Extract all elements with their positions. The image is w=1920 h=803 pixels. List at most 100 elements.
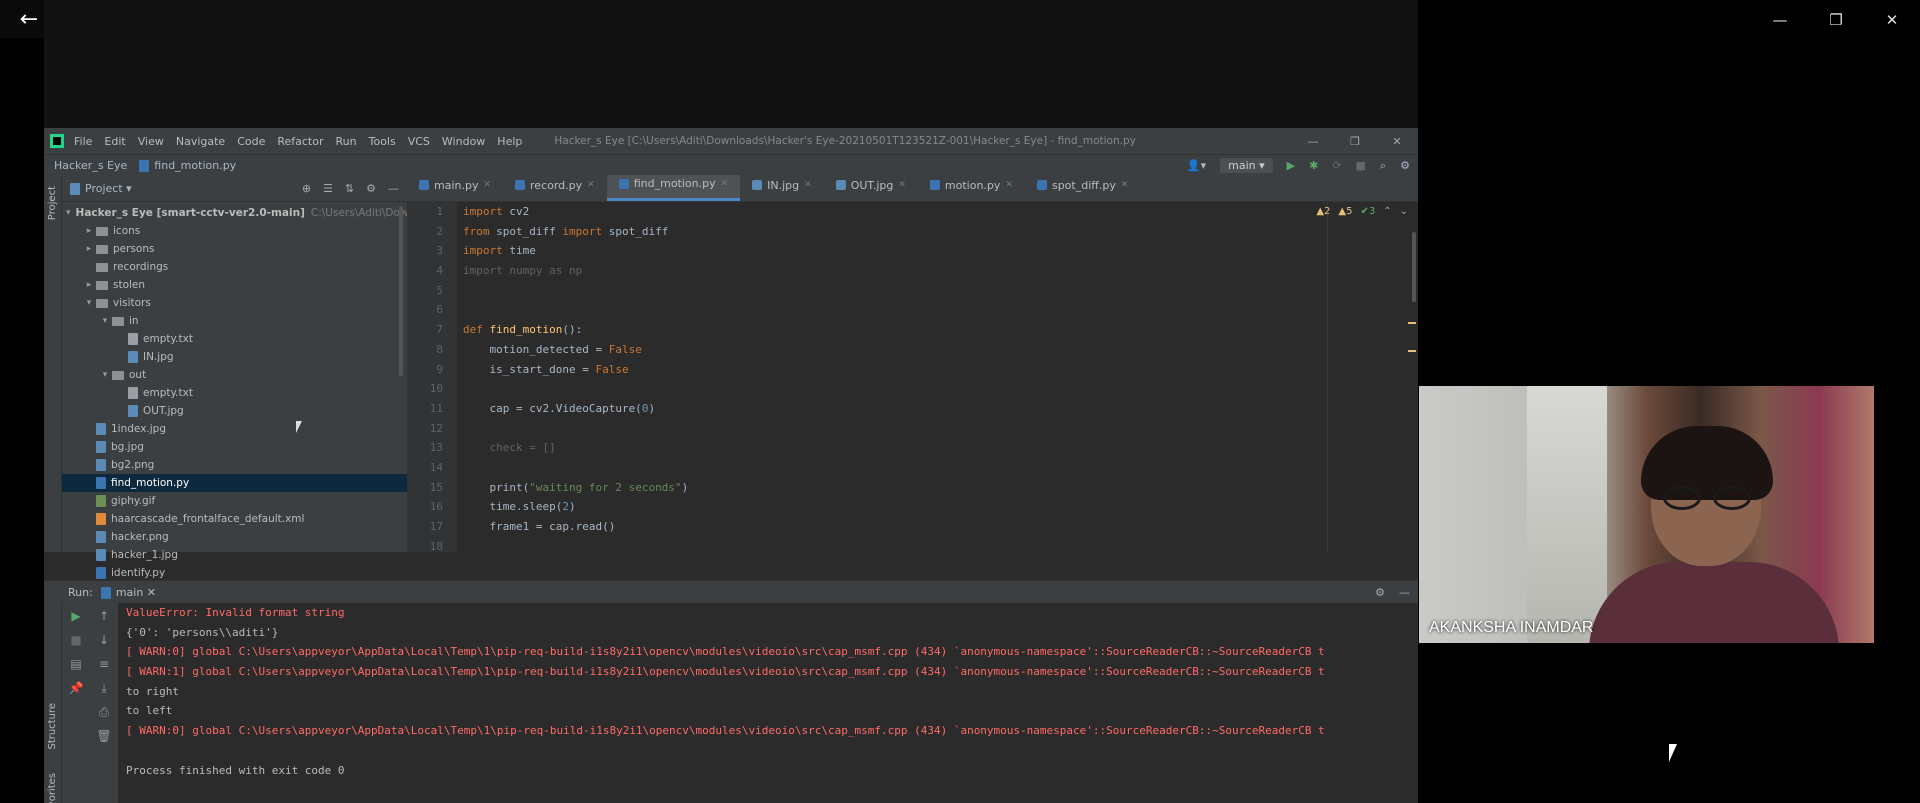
code-line[interactable]: motion_detected = False <box>463 340 1418 360</box>
menu-view[interactable]: View <box>138 135 164 148</box>
ide-minimize-button[interactable]: — <box>1292 135 1334 148</box>
chevron-icon[interactable]: ▾ <box>98 316 112 326</box>
code-line[interactable] <box>463 419 1418 439</box>
code-line[interactable]: frame1 = cap.read() <box>463 517 1418 537</box>
tree-folder[interactable]: ▾ out <box>62 366 407 384</box>
ide-restore-button[interactable]: ❐ <box>1334 135 1376 148</box>
code-line[interactable] <box>463 379 1418 399</box>
tree-folder[interactable]: ▾ in <box>62 312 407 330</box>
code-line[interactable]: def find_motion(): <box>463 320 1418 340</box>
tree-folder[interactable]: ▸ stolen <box>62 276 407 294</box>
panel-settings-icon[interactable]: ⚙ <box>366 182 376 195</box>
breadcrumb-project[interactable]: Hacker_s Eye <box>54 159 127 172</box>
search-icon[interactable]: ⌕ <box>1380 159 1386 173</box>
menu-run[interactable]: Run <box>336 135 357 148</box>
chevron-icon[interactable]: ▾ <box>98 370 112 380</box>
menu-file[interactable]: File <box>74 135 92 148</box>
error-stripe-marker[interactable] <box>1408 322 1416 324</box>
tree-file[interactable]: bg.jpg <box>62 438 407 456</box>
editor-tab[interactable]: find_motion.py ✕ <box>606 175 741 201</box>
hide-run-panel-icon[interactable]: — <box>1399 586 1410 599</box>
editor-tab[interactable]: record.py ✕ <box>503 175 607 201</box>
tree-file[interactable]: find_motion.py <box>62 474 407 492</box>
pin-icon[interactable]: 📌 <box>69 681 84 705</box>
menu-help[interactable]: Help <box>497 135 522 148</box>
menu-code[interactable]: Code <box>237 135 265 148</box>
scroll-to-end-icon[interactable]: ⤓ <box>101 681 106 705</box>
rerun-icon[interactable]: ▶ <box>71 609 80 633</box>
tree-folder[interactable]: ▾ Hacker_s Eye [smart-cctv-ver2.0-main] C:… <box>62 204 424 222</box>
tree-file[interactable]: hacker_1.jpg <box>62 546 407 564</box>
code-line[interactable]: time.sleep(2) <box>463 497 1418 517</box>
menu-navigate[interactable]: Navigate <box>176 135 225 148</box>
chevron-icon[interactable]: ▸ <box>82 280 96 290</box>
code-line[interactable] <box>463 281 1418 301</box>
ide-close-button[interactable]: ✕ <box>1376 135 1418 148</box>
close-tab-icon[interactable]: ✕ <box>1005 180 1013 190</box>
breadcrumb-file[interactable]: find_motion.py <box>139 159 236 172</box>
settings-gear-icon[interactable]: ⚙ <box>1400 159 1410 172</box>
run-console[interactable]: ValueError: Invalid format string {'0': '… <box>118 603 1418 803</box>
run-config-tab[interactable]: main ✕ <box>100 586 156 599</box>
run-icon[interactable]: ▶ <box>1287 159 1295 172</box>
code-line[interactable]: import time <box>463 241 1418 261</box>
chevron-icon[interactable]: ▾ <box>66 208 71 218</box>
expand-all-icon[interactable]: ☰ <box>323 182 333 195</box>
run-config-select[interactable]: main ▾ <box>1220 158 1273 173</box>
menu-refactor[interactable]: Refactor <box>277 135 323 148</box>
debug-icon[interactable]: ✱ <box>1309 159 1318 172</box>
trash-icon[interactable]: 🗑 <box>96 729 111 753</box>
menu-tools[interactable]: Tools <box>369 135 396 148</box>
tree-folder[interactable]: recordings <box>62 258 407 276</box>
chevron-down-icon[interactable]: ⌄ <box>1400 206 1408 217</box>
run-settings-icon[interactable]: ⚙ <box>1375 586 1385 599</box>
tree-file[interactable]: haarcascade_frontalface_default.xml <box>62 510 407 528</box>
tree-file[interactable]: empty.txt <box>62 330 407 348</box>
soft-wrap-icon[interactable]: ≡ <box>99 657 109 681</box>
close-tab-icon[interactable]: ✕ <box>804 180 812 190</box>
code-line[interactable] <box>463 537 1418 557</box>
scroll-up-icon[interactable]: ↑ <box>99 609 109 633</box>
error-stripe-marker[interactable] <box>1408 350 1416 352</box>
code-line[interactable] <box>463 300 1418 320</box>
project-view-select[interactable]: Project ▾ <box>85 182 132 195</box>
tree-file[interactable]: giphy.gif <box>62 492 407 510</box>
scroll-down-icon[interactable]: ↓ <box>99 633 109 657</box>
close-tab-icon[interactable]: ✕ <box>721 179 729 189</box>
favorites-tool-button[interactable]: Favorites <box>47 773 58 803</box>
stop-run-icon[interactable]: ■ <box>70 633 81 657</box>
chevron-icon[interactable]: ▸ <box>82 226 96 236</box>
tree-folder[interactable]: ▸ persons <box>62 240 407 258</box>
editor-tab[interactable]: OUT.jpg ✕ <box>824 175 918 201</box>
tree-folder[interactable]: ▸ icons <box>62 222 407 240</box>
menu-window[interactable]: Window <box>442 135 485 148</box>
print-icon[interactable]: ⎙ <box>99 705 109 729</box>
code-line[interactable] <box>463 458 1418 478</box>
close-tab-icon[interactable]: ✕ <box>898 180 906 190</box>
chevron-icon[interactable]: ▾ <box>82 298 96 308</box>
editor-tab[interactable]: IN.jpg ✕ <box>740 175 824 201</box>
close-tab-icon[interactable]: ✕ <box>1121 180 1129 190</box>
menu-edit[interactable]: Edit <box>104 135 125 148</box>
coverage-icon[interactable]: ⟳ <box>1332 159 1341 172</box>
close-tab-icon[interactable]: ✕ <box>483 180 491 190</box>
restore-button[interactable]: ❐ <box>1808 0 1864 40</box>
editor-scrollbar[interactable] <box>1412 232 1416 302</box>
chevron-up-icon[interactable]: ⌃ <box>1383 206 1391 217</box>
hide-panel-icon[interactable]: — <box>388 182 399 195</box>
code-line[interactable]: is_start_done = False <box>463 360 1418 380</box>
editor-tab[interactable]: main.py ✕ <box>407 175 503 201</box>
tree-file[interactable]: IN.jpg <box>62 348 407 366</box>
code-line[interactable]: cap = cv2.VideoCapture(0) <box>463 399 1418 419</box>
code-line[interactable]: import numpy as np <box>463 261 1418 281</box>
close-tab-icon[interactable]: ✕ <box>587 180 595 190</box>
menu-vcs[interactable]: VCS <box>408 135 430 148</box>
code-line[interactable]: print("waiting for 2 seconds") <box>463 478 1418 498</box>
tree-file[interactable]: 1index.jpg <box>62 420 407 438</box>
tree-file[interactable]: empty.txt <box>62 384 407 402</box>
code-line[interactable]: from spot_diff import spot_diff <box>463 222 1418 242</box>
editor-tab[interactable]: spot_diff.py ✕ <box>1025 175 1140 201</box>
collapse-all-icon[interactable]: ⇅ <box>345 182 354 195</box>
chevron-icon[interactable]: ▸ <box>82 244 96 254</box>
tree-file[interactable]: OUT.jpg <box>62 402 407 420</box>
